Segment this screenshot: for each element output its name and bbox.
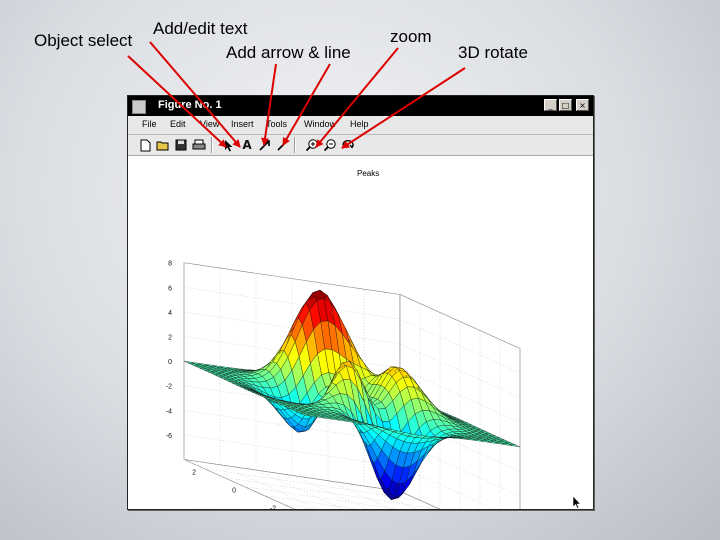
title-bar[interactable]: Figure No. 1 _ □ × [128,96,593,116]
toolbar-separator [211,137,213,153]
mouse-cursor-icon [572,495,582,509]
surface-plot: 86420-2-4-620-2-3-2-10123yx [166,261,521,510]
z-tick-label: 4 [168,310,172,317]
menu-insert[interactable]: Insert [231,119,254,129]
window-title: Figure No. 1 [158,99,222,111]
menu-edit[interactable]: Edit [170,119,186,129]
menu-bar: File Edit View Insert Tools Window Help [128,116,593,135]
save-icon[interactable] [173,137,189,153]
rotate-3d-icon[interactable] [340,137,356,153]
y-tick-label: -2 [270,506,276,510]
menu-file[interactable]: File [142,119,157,129]
z-tick-label: 6 [168,285,172,292]
print-icon[interactable] [191,137,207,153]
y-tick-label: 0 [232,488,236,495]
menu-window[interactable]: Window [304,119,336,129]
figure-window: Figure No. 1 _ □ × File Edit View Insert… [127,95,594,510]
close-button[interactable]: × [576,99,589,111]
z-tick-label: -2 [166,384,172,391]
arrow-icon[interactable] [256,137,272,153]
zoom-label: zoom [390,27,432,46]
plot-area[interactable]: Peaks 86420-2-4-620-2-3-2-10123yx [128,156,593,509]
z-tick-label: -4 [166,408,172,415]
menu-help[interactable]: Help [350,119,369,129]
new-file-icon[interactable] [137,137,153,153]
z-tick-label: 2 [168,335,172,342]
object-select-label: Object select [34,31,133,50]
zoom-in-icon[interactable] [304,137,320,153]
figure-toolbar: A [128,135,593,156]
y-tick-label: 2 [192,470,196,477]
maximize-button[interactable]: □ [559,99,572,111]
z-tick-label: 8 [168,261,172,268]
open-folder-icon[interactable] [155,137,171,153]
add-arrow-line-label: Add arrow & line [226,43,351,62]
minimize-button[interactable]: _ [544,99,557,111]
toolbar-separator [294,137,296,153]
menu-tools[interactable]: Tools [266,119,287,129]
line-icon[interactable] [274,137,290,153]
add-edit-text-label: Add/edit text [153,19,248,38]
menu-view[interactable]: View [200,119,219,129]
matlab-window-icon [132,100,146,114]
rotate-3d-label: 3D rotate [458,43,528,62]
z-tick-label: -6 [166,433,172,440]
text-A-icon[interactable]: A [239,137,255,153]
zoom-out-icon[interactable] [322,137,338,153]
select-arrow-icon[interactable] [221,137,237,153]
z-tick-label: 0 [168,359,172,366]
